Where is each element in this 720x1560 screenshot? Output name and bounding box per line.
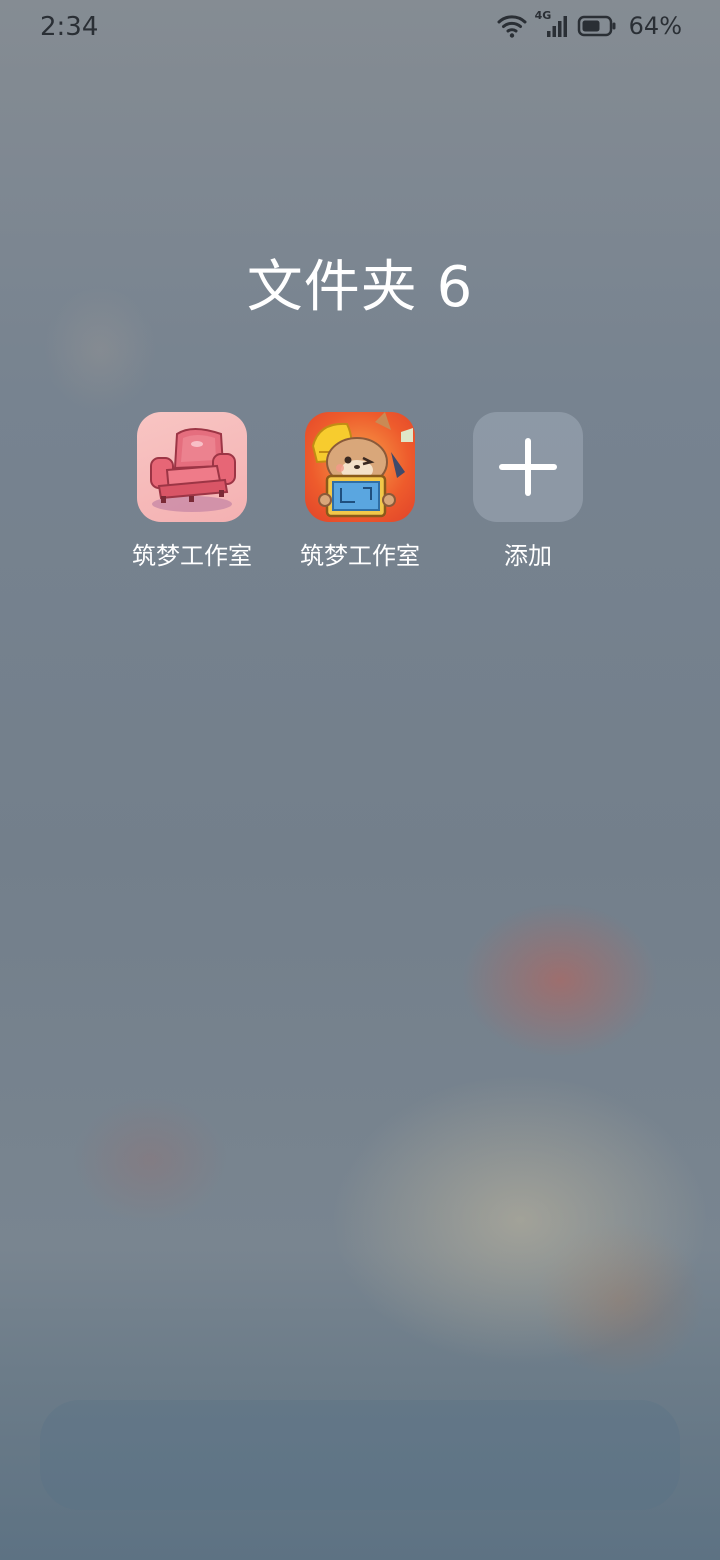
app-sofa[interactable]: 筑梦工作室 [108,412,276,571]
sofa-app-icon[interactable] [137,412,247,522]
wifi-icon [497,13,527,39]
plus-icon[interactable] [473,412,583,522]
cellular-signal-icon: 4G [535,9,569,39]
folder-title[interactable]: 文件夹 6 [0,242,720,323]
status-icons: 4G 64% [497,9,682,40]
status-time: 2:34 [40,12,99,42]
add-app-button[interactable]: 添加 [444,412,612,571]
app-label: 筑梦工作室 [300,542,420,570]
blurred-wallpaper [0,0,720,1560]
network-type-label: 4G [534,9,552,22]
blurred-dock [40,1400,680,1510]
add-label: 添加 [504,542,552,570]
app-dog-builder[interactable]: 筑梦工作室 [276,412,444,571]
status-bar: 2:34 4G 64% [0,0,720,56]
app-label: 筑梦工作室 [132,542,252,570]
battery-icon [577,13,617,39]
battery-percent: 64% [628,12,682,40]
dog-builder-app-icon[interactable] [305,412,415,522]
